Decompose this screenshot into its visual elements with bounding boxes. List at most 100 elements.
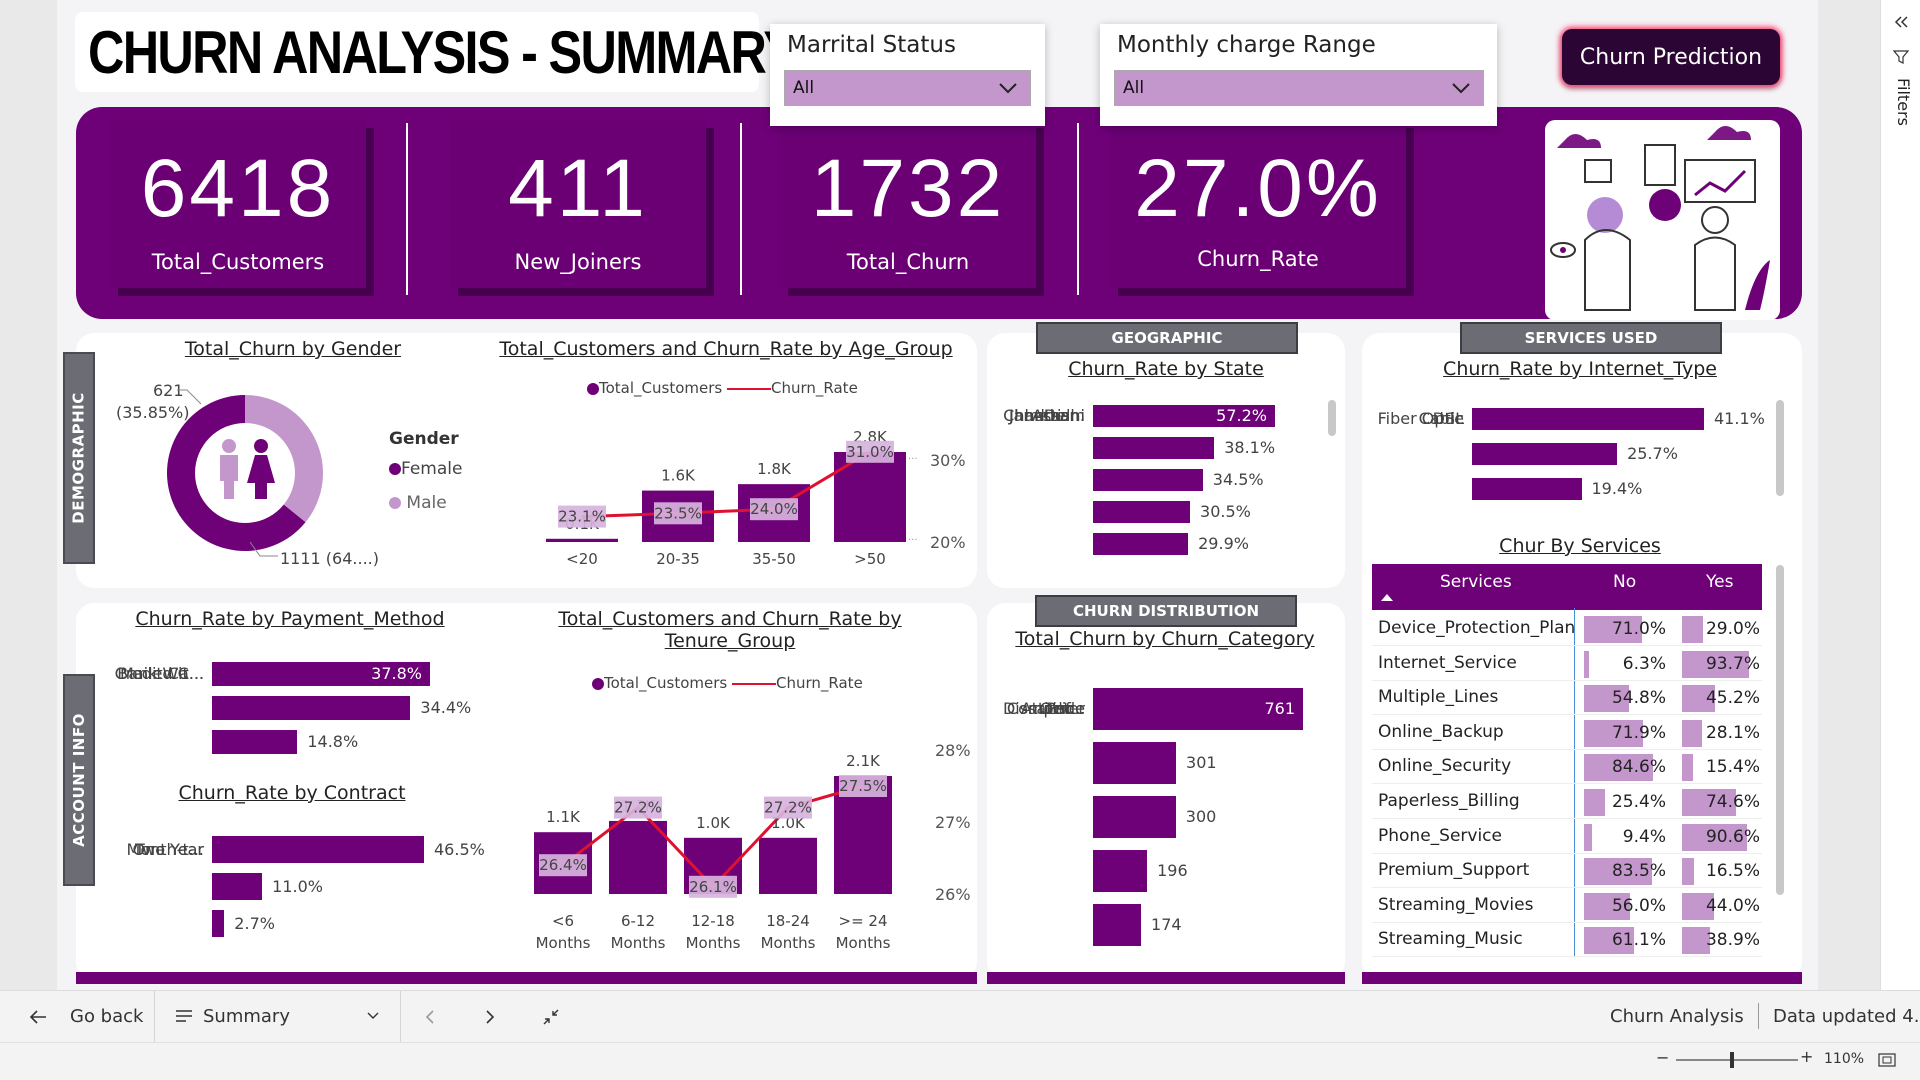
monthly-charge-dropdown[interactable]: All [1114,70,1484,106]
yes-value: 90.6% [1705,826,1760,847]
col-yes[interactable]: Yes [1706,572,1733,592]
zoom-in-button[interactable]: + [1800,1047,1813,1066]
bar[interactable] [1472,443,1618,465]
legend-dot-customers [587,382,599,395]
bar[interactable] [212,910,225,937]
bar[interactable] [1093,469,1203,491]
state-scrollbar[interactable] [1328,400,1336,436]
bar-value-label: 1.1K [546,808,581,826]
zoom-slider-thumb[interactable] [1730,1052,1734,1068]
sort-ascending-icon[interactable] [1380,592,1394,602]
fit-page-icon[interactable] [1878,1053,1896,1067]
table-row[interactable]: Phone_Service 9.4% 90.6% [1372,820,1762,854]
age-combo-chart: 0.1K23.1%<201.6K23.5%20-351.8K24.0%35-50… [546,428,966,568]
go-back-button[interactable]: Go back [70,1006,143,1027]
internet-scrollbar[interactable] [1776,400,1784,496]
bar-value-label: 1.6K [661,467,696,485]
bar[interactable] [1093,437,1215,459]
customer-bar[interactable] [546,538,618,542]
zoom-level[interactable]: 110% [1824,1051,1864,1067]
bar-value-label: 19.4% [1591,479,1643,498]
col-no[interactable]: No [1613,572,1636,592]
table-row[interactable]: Streaming_Movies 56.0% 44.0% [1372,889,1762,923]
male-leader-line [177,389,202,405]
services-used-tab: SERVICES USED [1460,322,1722,354]
table-row[interactable]: Paperless_Billing 25.4% 74.6% [1372,785,1762,819]
bar-value-label: 34.5% [1212,470,1264,489]
legend-dot-customers [592,677,604,690]
yes-value: 44.0% [1705,895,1760,916]
dropdown-value: All [1123,78,1145,98]
gender-chart-title: Total_Churn by Gender [184,338,402,360]
rate-value-label: 23.1% [558,508,606,526]
category-label: >= 24 [839,912,888,930]
filters-pane[interactable]: Filters [1880,0,1920,990]
zoom-out-button[interactable]: − [1656,1048,1669,1067]
table-row[interactable]: Premium_Support 83.5% 16.5% [1372,854,1762,889]
churn-prediction-button[interactable]: Churn Prediction [1562,29,1780,85]
collapse-pane-icon[interactable] [1891,14,1911,30]
bar[interactable] [1093,501,1191,523]
table-row[interactable]: Multiple_Lines 54.8% 45.2% [1372,681,1762,716]
bar[interactable] [1093,742,1177,784]
back-arrow-icon[interactable] [28,1008,48,1026]
bar-value-label: 196 [1157,861,1188,880]
legend-line-rate [727,387,771,390]
previous-page-icon[interactable] [424,1009,436,1025]
table-row[interactable]: Internet_Service 6.3% 93.7% [1372,647,1762,681]
zoom-slider-track[interactable] [1676,1059,1798,1061]
bar[interactable] [212,696,411,720]
chevron-down-icon[interactable] [366,1011,380,1021]
next-page-icon[interactable] [484,1009,496,1025]
customer-bar[interactable] [759,837,817,894]
bar[interactable] [212,873,263,900]
age-chart-title: Total_Customers and Churn_Rate by Age_Gr… [499,338,953,360]
account-info-tab: ACCOUNT INFO [63,674,95,886]
category-label: <6 [552,912,574,930]
table-row[interactable]: Device_Protection_Plan 71.0% 29.0% [1372,612,1762,646]
table-row[interactable]: Online_Backup 71.9% 28.1% [1372,716,1762,750]
services-scrollbar[interactable] [1776,565,1784,895]
kpi-value: 27.0% [1134,143,1382,234]
bar[interactable] [212,730,298,754]
legend-item-female[interactable]: Female [389,459,462,479]
gender-legend-title: Gender [389,429,459,449]
no-value: 56.0% [1611,895,1666,916]
churn-rate-line[interactable] [581,450,871,519]
marital-status-slicer: Marrital Status All [770,24,1045,126]
legend-item-male[interactable]: Male [389,493,447,513]
filter-icon [1893,50,1909,64]
customer-bar[interactable] [609,820,667,894]
tenure-combo-chart: 1.1K26.4%<6Months1.3K27.2%6-12Months1.0K… [534,741,971,952]
table-row[interactable]: Streaming_Music 61.1% 38.9% [1372,923,1762,958]
footer-divider [154,991,155,1043]
yes-value: 93.7% [1705,653,1760,674]
tenure-legend: Total_Customers Churn_Rate [592,674,863,692]
service-name: Streaming_Music [1378,929,1523,950]
marital-status-dropdown[interactable]: All [784,70,1031,106]
bar[interactable] [1093,850,1148,892]
bar[interactable] [1472,408,1704,430]
payment-chart-title: Churn_Rate by Payment_Method [135,608,445,630]
state-chart-title: Churn_Rate by State [1068,358,1264,380]
bar[interactable] [1472,478,1582,500]
kpi-divider [740,123,742,295]
bar[interactable] [1093,904,1142,946]
bar[interactable] [1093,796,1176,838]
panel-strip [76,972,977,984]
fit-to-page-icon[interactable] [542,1008,560,1026]
bar[interactable] [1093,533,1189,555]
female-value-label: 1111 (64....) [280,549,379,568]
page-selector[interactable]: Summary [203,1006,290,1027]
category-label: 6-12 [621,912,655,930]
rate-value-label: 23.5% [654,504,702,522]
col-services[interactable]: Services [1440,572,1512,592]
bar-value-label: 300 [1185,807,1217,826]
table-row[interactable]: Online_Security 84.6% 15.4% [1372,750,1762,785]
state-bar-chart: Jammu ... 57.2% Assam 38.1% Jharkha... 34.5% C… [995,405,1315,575]
bar-value-label: 37.8% [371,664,422,683]
filters-label[interactable]: Filters [1889,78,1913,126]
bar[interactable] [212,836,424,863]
no-value: 71.9% [1611,722,1666,743]
kpi-label: Churn_Rate [1197,247,1319,271]
